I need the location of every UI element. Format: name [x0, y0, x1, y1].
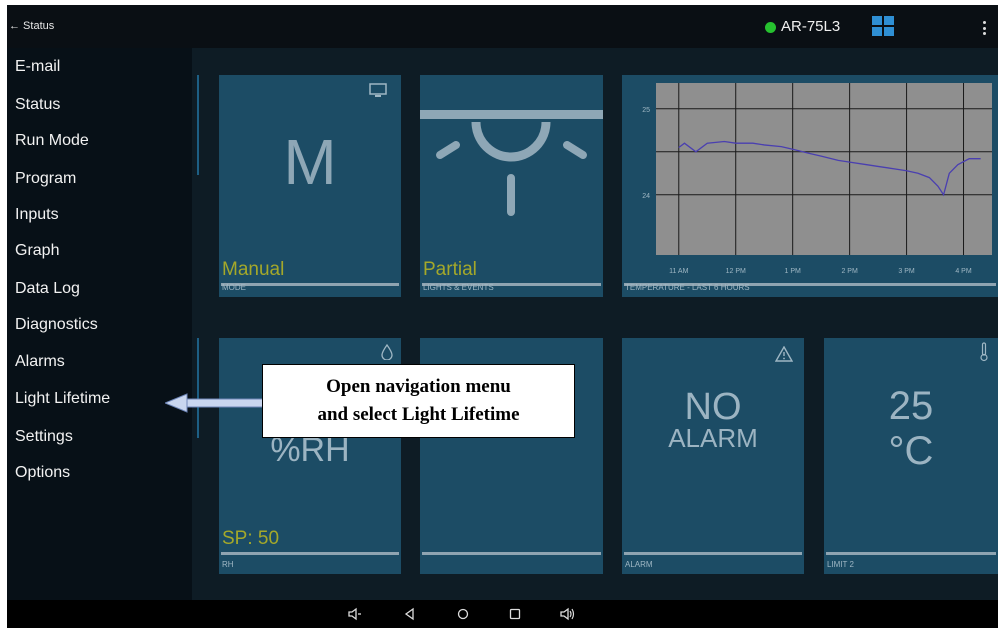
divider: [197, 75, 199, 175]
divider: [624, 552, 802, 555]
instruction-callout: Open navigation menu and select Light Li…: [262, 364, 575, 438]
temperature-chart-label: TEMPERATURE - LAST 6 HOURS: [625, 283, 750, 292]
y-tick-label: 25: [642, 107, 650, 114]
limit2-unit: °C: [888, 429, 934, 473]
recents-icon[interactable]: [508, 607, 522, 621]
back-icon[interactable]: [403, 607, 415, 621]
x-tick-label: 4 PM: [955, 268, 972, 275]
nav-item-program[interactable]: Program: [15, 170, 76, 188]
divider: [826, 552, 996, 555]
device-screen: ← Status AR-75L3 E-mail Status Run Mode …: [7, 5, 998, 628]
mode-tile[interactable]: M Manual MODE: [219, 75, 401, 297]
nav-item-email[interactable]: E-mail: [15, 58, 60, 76]
connection-status-icon: [765, 22, 776, 33]
lights-label: LIGHTS & EVENTS: [423, 283, 494, 292]
lights-status: Partial: [423, 259, 477, 280]
dashboard-grid-icon[interactable]: [872, 16, 894, 36]
volume-up-icon[interactable]: [559, 607, 577, 621]
divider: [221, 552, 399, 555]
top-bar: ← Status AR-75L3: [7, 5, 998, 48]
x-tick-label: 2 PM: [841, 268, 858, 275]
rh-setpoint: SP: 50: [222, 528, 280, 549]
mode-label: MODE: [222, 283, 246, 292]
mode-value: M: [283, 126, 337, 198]
pointer-arrow-icon: [165, 393, 269, 413]
rh-value: %RH: [270, 431, 350, 469]
temperature-chart-tile[interactable]: 24 25 11 AM 12 PM 1 PM 2 PM 3 PM 4 PM TEMPERATU…: [622, 75, 998, 297]
x-tick-label: 3 PM: [898, 268, 915, 275]
alarm-line2: ALARM: [668, 423, 758, 453]
nav-item-run-mode[interactable]: Run Mode: [15, 132, 89, 150]
navigation-drawer: E-mail Status Run Mode Program Inputs Gr…: [7, 48, 192, 600]
alarm-tile[interactable]: NO ALARM ALARM: [622, 338, 804, 574]
nav-item-alarms[interactable]: Alarms: [15, 353, 65, 371]
system-nav-bar: [7, 600, 998, 628]
nav-item-light-lifetime[interactable]: Light Lifetime: [15, 390, 110, 408]
alarm-label: ALARM: [625, 560, 653, 569]
warning-icon: [775, 346, 793, 362]
mode-status: Manual: [222, 259, 285, 280]
alarm-line1: NO: [684, 386, 742, 428]
volume-down-icon[interactable]: [347, 607, 363, 621]
divider: [221, 283, 399, 286]
light-fixture-icon: [420, 110, 603, 216]
divider: [422, 552, 601, 555]
limit2-value: 25: [888, 384, 934, 428]
x-tick-label: 12 PM: [726, 268, 746, 275]
instruction-line-1: Open navigation menu: [326, 376, 511, 397]
x-tick-label: 11 AM: [669, 268, 688, 275]
home-icon[interactable]: [456, 607, 470, 621]
nav-item-data-log[interactable]: Data Log: [15, 280, 80, 298]
limit2-tile[interactable]: 25 °C LIMIT 2: [824, 338, 998, 574]
nav-item-graph[interactable]: Graph: [15, 242, 59, 260]
divider: [197, 338, 199, 438]
device-name[interactable]: AR-75L3: [781, 18, 840, 35]
nav-item-inputs[interactable]: Inputs: [15, 206, 59, 224]
lights-events-tile[interactable]: Partial LIGHTS & EVENTS: [420, 75, 603, 297]
temperature-chart: 24 25 11 AM 12 PM 1 PM 2 PM 3 PM 4 PM: [642, 83, 992, 275]
water-drop-icon: [381, 344, 393, 360]
monitor-icon: [369, 83, 387, 97]
limit2-label: LIMIT 2: [827, 560, 854, 569]
rh-label: RH: [222, 560, 234, 569]
back-link[interactable]: ← Status: [9, 20, 54, 32]
nav-item-settings[interactable]: Settings: [15, 428, 73, 446]
overflow-menu-icon[interactable]: [983, 21, 987, 35]
x-tick-label: 1 PM: [785, 268, 802, 275]
instruction-line-2: and select Light Lifetime: [317, 404, 520, 425]
y-tick-label: 24: [642, 193, 650, 200]
nav-item-options[interactable]: Options: [15, 464, 70, 482]
nav-item-diagnostics[interactable]: Diagnostics: [15, 316, 98, 334]
thermometer-icon: [980, 342, 988, 362]
nav-item-status[interactable]: Status: [15, 96, 60, 114]
